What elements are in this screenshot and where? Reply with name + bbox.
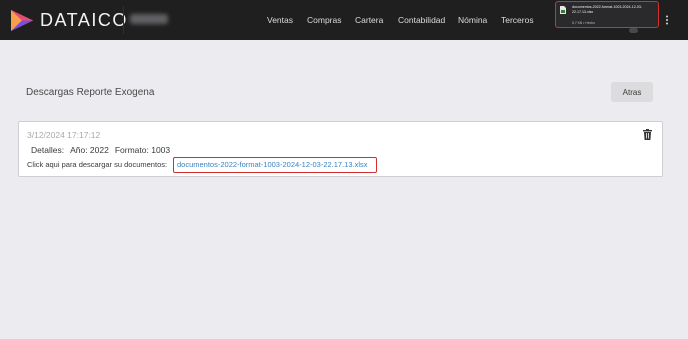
download-file-link[interactable]: documentos-2022-format-1003-2024-12-03-2…: [177, 160, 368, 169]
nav-item-compras[interactable]: Compras: [307, 15, 341, 25]
page-title: Descargas Reporte Exogena: [26, 87, 155, 98]
nav-item-contabilidad[interactable]: Contabilidad: [398, 15, 445, 25]
year-label: Año: 2022: [70, 145, 109, 155]
divider: [123, 6, 124, 34]
company-name-blurred[interactable]: [130, 14, 168, 24]
kebab-menu-icon[interactable]: [665, 15, 669, 25]
report-card: 3/12/2024 17:17:12 Detalles: Año: 2022 For…: [18, 121, 663, 177]
nav-item-terceros[interactable]: Terceros: [501, 15, 534, 25]
file-link-highlight: documentos-2022-format-1003-2024-12-03-2…: [173, 157, 377, 173]
download-status: 5,7 KB • Hecho: [572, 21, 596, 25]
nav-item-ventas[interactable]: Ventas: [267, 15, 293, 25]
brand-name[interactable]: DATAICO: [40, 10, 128, 31]
nav-item-cartera[interactable]: Cartera: [355, 15, 383, 25]
top-navbar: DATAICO Ventas Compras Cartera Contabili…: [0, 0, 688, 40]
report-details: Detalles: Año: 2022 Formato: 1003: [31, 145, 176, 155]
file-icon: [560, 6, 566, 14]
trash-icon[interactable]: [643, 129, 652, 140]
download-instruction: Click aqui para descargar su documentos:: [27, 160, 168, 169]
download-popup[interactable]: documentos-2022-format-1003-2024-12-03-2…: [555, 1, 659, 28]
dataico-logo-icon[interactable]: [11, 10, 33, 31]
download-filename[interactable]: documentos-2022-format-1003-2024-12-03-2…: [572, 5, 658, 15]
nav-item-nomina[interactable]: Nómina: [458, 15, 487, 25]
downloads-indicator: [629, 28, 638, 33]
details-label: Detalles:: [31, 145, 65, 155]
format-label: Formato: 1003: [114, 145, 171, 155]
back-button[interactable]: Atras: [611, 82, 653, 102]
report-date: 3/12/2024 17:17:12: [27, 130, 101, 140]
